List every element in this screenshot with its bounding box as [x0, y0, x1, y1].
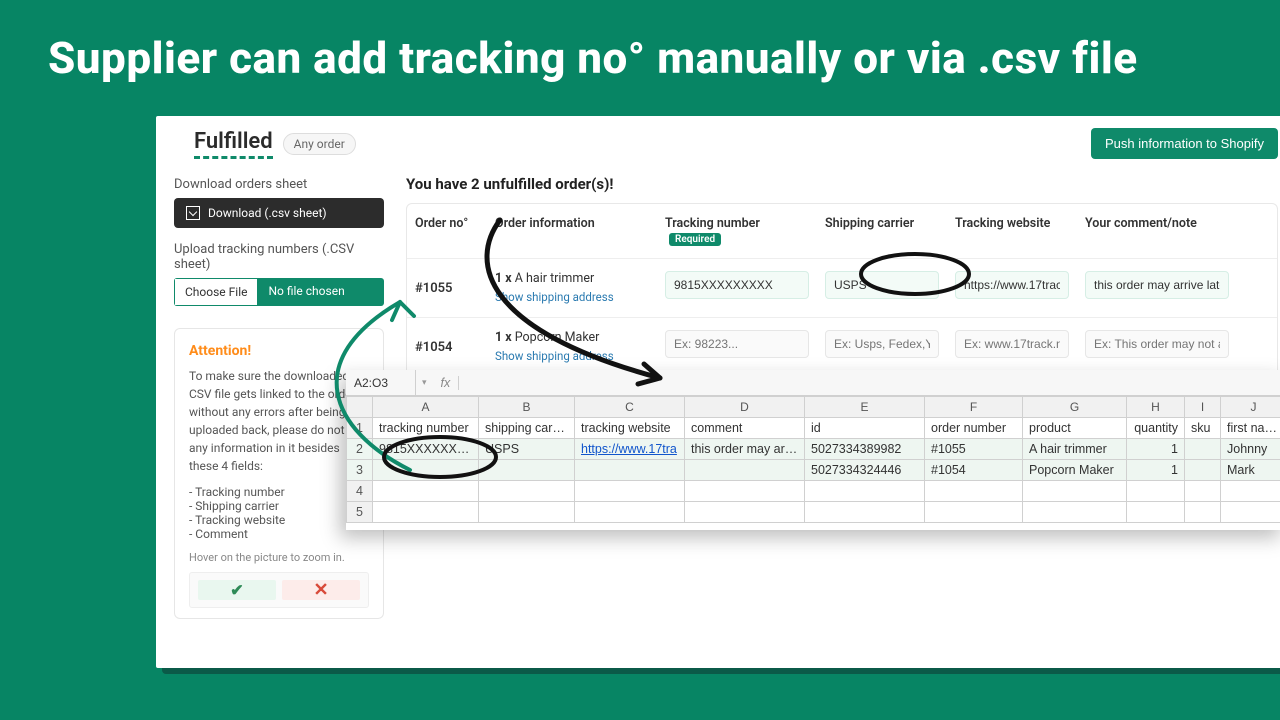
tab-fulfilled[interactable]: Fulfilled — [194, 129, 273, 159]
fulfilled-wrap: Fulfilled Any order — [194, 129, 356, 159]
show-shipping-link[interactable]: Show shipping address — [495, 349, 614, 363]
required-chip: Required — [669, 233, 721, 246]
orders-header-row: Order no° Order information Tracking num… — [407, 204, 1277, 258]
attn-item: Comment — [189, 527, 369, 541]
hover-hint: Hover on the picture to zoom in. — [189, 551, 369, 564]
push-to-shopify-button[interactable]: Push information to Shopify — [1091, 128, 1278, 159]
tracking-link-cell[interactable]: https://www.17tra — [575, 439, 685, 460]
spreadsheet-grid[interactable]: ABC DEF GHI J 1 tracking numbershipping … — [346, 396, 1280, 523]
order-info-cell: 1 x A hair trimmer Show shipping address — [487, 259, 657, 317]
download-csv-label: Download (.csv sheet) — [208, 206, 327, 220]
attn-item: Tracking website — [189, 513, 369, 527]
col-website: Tracking website — [947, 204, 1077, 258]
table-row: #1054 1 x Popcorn Maker Show shipping ad… — [407, 317, 1277, 376]
thumb-good: ✔ — [198, 580, 276, 600]
no-file-chosen-label: No file chosen — [258, 278, 384, 306]
download-sheet-label: Download orders sheet — [174, 177, 384, 192]
col-comment: Your comment/note — [1077, 204, 1237, 258]
sheet-data-row: 2 9815XXXXXXXXXUSPS https://www.17tra th… — [347, 439, 1280, 460]
col-carrier: Shipping carrier — [817, 204, 947, 258]
tracking-website-input[interactable] — [955, 271, 1069, 299]
sheet-formula-bar: A2:O3 ▾ fx — [346, 370, 1280, 396]
show-shipping-link[interactable]: Show shipping address — [495, 290, 614, 304]
sheet-col-headers: ABC DEF GHI J — [347, 397, 1280, 418]
chevron-down-icon[interactable]: ▾ — [416, 377, 433, 388]
upload-tracking-label: Upload tracking numbers (.CSV sheet) — [174, 242, 384, 272]
download-csv-button[interactable]: Download (.csv sheet) — [174, 198, 384, 228]
attention-list: Tracking number Shipping carrier Trackin… — [189, 485, 369, 541]
spreadsheet-preview: A2:O3 ▾ fx ABC DEF GHI J 1 tracking numb… — [346, 370, 1280, 530]
comment-input[interactable] — [1085, 330, 1229, 358]
sheet-data-row: 3 5027334324446#1054 Popcorn Maker1 Mark — [347, 460, 1280, 481]
filter-any-order[interactable]: Any order — [283, 133, 356, 155]
spreadsheet-icon — [186, 206, 200, 220]
col-order-info: Order information — [487, 204, 657, 258]
order-no-cell: #1054 — [407, 318, 487, 376]
attention-thumbnail[interactable]: ✔ ✕ — [189, 572, 369, 608]
sheet-empty-row: 4 — [347, 481, 1280, 502]
hero-title: Supplier can add tracking no° manually o… — [0, 0, 1280, 94]
col-tracking-no: Tracking number Required — [657, 204, 817, 258]
tracking-website-input[interactable] — [955, 330, 1069, 358]
fx-icon: fx — [433, 376, 460, 390]
orders-table: Order no° Order information Tracking num… — [406, 203, 1278, 377]
col-order-no: Order no° — [407, 204, 487, 258]
choose-file-button[interactable]: Choose File — [174, 278, 258, 306]
shipping-carrier-input[interactable] — [825, 271, 939, 299]
sheet-empty-row: 5 — [347, 502, 1280, 523]
comment-input[interactable] — [1085, 271, 1229, 299]
sheet-cell-ref[interactable]: A2:O3 — [346, 370, 416, 395]
order-no-cell: #1055 — [407, 259, 487, 317]
order-info-cell: 1 x Popcorn Maker Show shipping address — [487, 318, 657, 376]
thumb-bad: ✕ — [282, 580, 360, 600]
attention-body: To make sure the downloaded CSV file get… — [189, 367, 369, 475]
unfulfilled-message: You have 2 unfulfilled order(s)! — [406, 175, 1278, 193]
top-bar: Fulfilled Any order Push information to … — [156, 116, 1280, 163]
file-input[interactable]: Choose File No file chosen — [174, 278, 384, 306]
attn-item: Tracking number — [189, 485, 369, 499]
sheet-header-row: 1 tracking numbershipping carriertrackin… — [347, 418, 1280, 439]
cross-icon: ✕ — [313, 580, 328, 601]
attn-item: Shipping carrier — [189, 499, 369, 513]
check-icon: ✔ — [230, 581, 243, 600]
table-row: #1055 1 x A hair trimmer Show shipping a… — [407, 258, 1277, 317]
tracking-number-input[interactable] — [665, 271, 809, 299]
tracking-number-input[interactable] — [665, 330, 809, 358]
shipping-carrier-input[interactable] — [825, 330, 939, 358]
attention-title: Attention! — [189, 343, 369, 359]
